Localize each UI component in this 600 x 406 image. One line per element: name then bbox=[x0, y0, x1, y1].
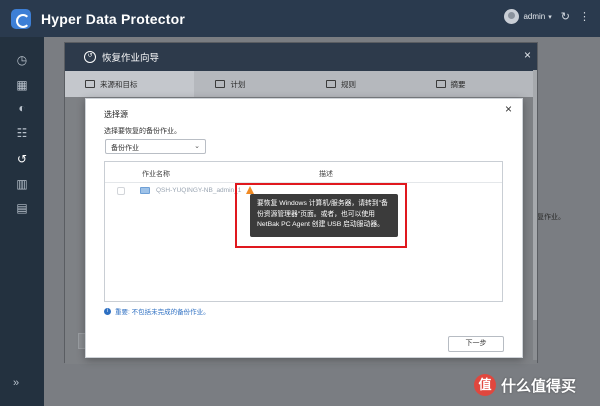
sliders-icon bbox=[325, 80, 336, 88]
top-bar: Hyper Data Protector admin ▾ ↻ ⋮ bbox=[0, 0, 600, 37]
important-note: i 重要: 不包括未完成的备份作业。 bbox=[104, 306, 210, 316]
job-type-select-value: 备份作业 bbox=[111, 145, 139, 152]
expand-sidebar-icon[interactable]: » bbox=[13, 377, 19, 389]
sync-icon[interactable]: ◐ bbox=[13, 99, 31, 117]
step-source-destination: 来源和目标 bbox=[65, 71, 195, 97]
more-icon[interactable]: ⋮ bbox=[579, 10, 590, 23]
app-logo-icon bbox=[11, 8, 31, 29]
annotation-highlight-box bbox=[235, 183, 407, 248]
wizard-title: 恢复作业向导 bbox=[102, 53, 160, 64]
job-type-select[interactable]: 备份作业 ⌄ bbox=[105, 139, 206, 154]
calendar-icon bbox=[215, 80, 226, 88]
background-text: 复作业。 bbox=[537, 214, 565, 221]
step-rules: 规则 bbox=[306, 71, 418, 97]
user-menu-chevron-icon[interactable]: ▾ bbox=[548, 13, 552, 21]
step-label: 来源和目标 bbox=[100, 79, 138, 89]
watermark-text: 什么值得买 bbox=[501, 376, 577, 395]
computer-icon bbox=[140, 187, 150, 194]
step-schedule: 计划 bbox=[194, 71, 306, 97]
overview-grid-icon[interactable]: ▦ bbox=[13, 76, 31, 94]
top-right-controls: admin ▾ ↻ ⋮ bbox=[504, 9, 590, 24]
job-name: QSH-YUQINGY-NB_admin_1 bbox=[156, 187, 242, 194]
restore-icon[interactable]: ↺ bbox=[13, 150, 31, 168]
info-icon: i bbox=[104, 307, 111, 315]
summary-icon bbox=[435, 80, 446, 88]
column-job-name[interactable]: 作业名称 bbox=[142, 169, 170, 179]
important-note-text: 重要: 不包括未完成的备份作业。 bbox=[115, 309, 210, 316]
dialog-close-icon[interactable]: × bbox=[505, 103, 512, 115]
logs-icon[interactable]: ▤ bbox=[13, 199, 31, 217]
step-label: 计划 bbox=[230, 79, 246, 89]
watermark-logo-icon: 值 bbox=[474, 374, 496, 396]
step-label: 摘要 bbox=[450, 79, 466, 89]
step-label: 规则 bbox=[340, 79, 356, 89]
column-description[interactable]: 描述 bbox=[319, 169, 333, 179]
user-name[interactable]: admin bbox=[523, 12, 545, 21]
wizard-header: ↺ 恢复作业向导 × bbox=[65, 43, 537, 71]
table-header: 作业名称 描述 bbox=[105, 162, 502, 183]
dialog-subtitle: 选择要恢复的备份作业。 bbox=[104, 128, 181, 135]
app-title: Hyper Data Protector bbox=[41, 10, 186, 27]
report-icon[interactable]: ▥ bbox=[13, 175, 31, 193]
restore-title-icon: ↺ bbox=[84, 51, 96, 63]
refresh-icon[interactable]: ↻ bbox=[561, 10, 570, 23]
wizard-close-icon[interactable]: × bbox=[524, 49, 531, 61]
row-checkbox[interactable] bbox=[117, 187, 125, 195]
step-summary: 摘要 bbox=[418, 71, 537, 97]
dialog-title: 选择源 bbox=[104, 110, 128, 119]
wizard-steps: 来源和目标 计划 规则 摘要 bbox=[65, 71, 537, 97]
chevron-down-icon: ⌄ bbox=[194, 143, 200, 150]
jobs-icon[interactable]: ☷ bbox=[13, 124, 31, 142]
avatar[interactable] bbox=[504, 9, 520, 24]
next-button[interactable]: 下一步 bbox=[448, 336, 504, 352]
scrollbar[interactable] bbox=[533, 70, 537, 360]
dashboard-icon[interactable]: ◷ bbox=[13, 51, 31, 69]
scrollbar-thumb[interactable] bbox=[533, 70, 537, 320]
watermark: 值 什么值得买 bbox=[474, 374, 576, 396]
server-icon bbox=[85, 80, 95, 88]
sidebar: ◷ ▦ ◐ ☷ ↺ ▥ ▤ » bbox=[0, 37, 44, 406]
